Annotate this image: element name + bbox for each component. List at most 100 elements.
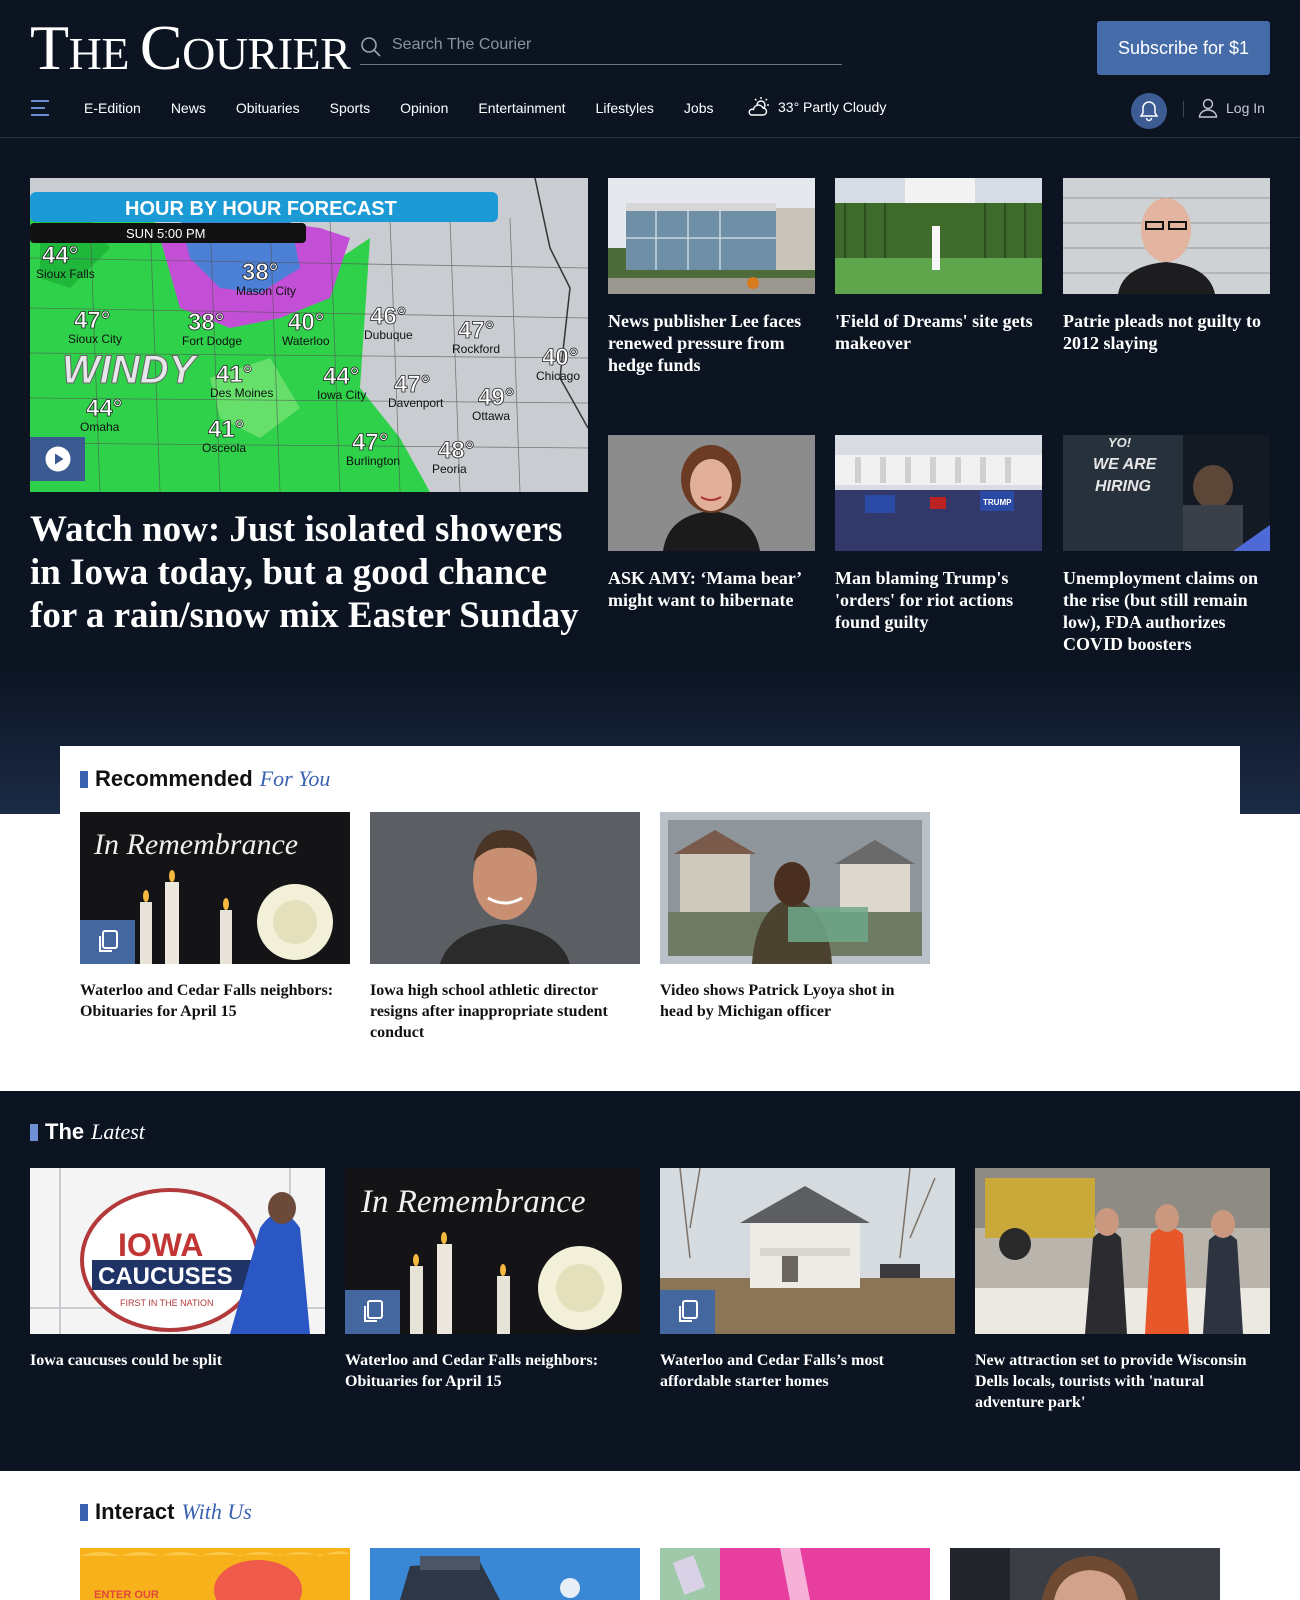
recommended-section: Recommended For You In Remembrance Water… (60, 746, 1240, 1091)
nav-item-e-edition[interactable]: E-Edition (84, 100, 141, 116)
nav-item-jobs[interactable]: Jobs (684, 100, 714, 116)
recommended-card[interactable]: Video shows Patrick Lyoya shot in head b… (660, 812, 930, 1022)
section-title: Recommended For You (80, 766, 330, 792)
nav-item-lifestyles[interactable]: Lifestyles (596, 100, 654, 116)
svg-text:In Remembrance: In Remembrance (360, 1184, 586, 1220)
card-headline: New attraction set to provide Wisconsin … (975, 1352, 1247, 1411)
map-temperature: 48° (438, 437, 474, 464)
svg-text:ENTER OUR: ENTER OUR (94, 1589, 159, 1600)
map-temperature: 38° (242, 259, 278, 286)
card-thumbnail: In Remembrance (345, 1168, 640, 1334)
latest-card[interactable]: New attraction set to provide Wisconsin … (975, 1168, 1270, 1413)
story-headline: ASK AMY: ‘Mama bear’ might want to hiber… (608, 568, 801, 610)
notifications-button[interactable] (1131, 93, 1167, 129)
card-headline: Waterloo and Cedar Falls neighbors: Obit… (345, 1352, 599, 1390)
card-headline: Waterloo and Cedar Falls neighbors: Obit… (80, 982, 334, 1020)
map-temperature: 47° (74, 307, 110, 334)
section-title-main: The (45, 1119, 85, 1144)
card-thumbnail (660, 812, 930, 964)
story-tile[interactable]: ASK AMY: ‘Mama bear’ might want to hiber… (608, 435, 815, 611)
map-city-label: Iowa City (317, 388, 366, 402)
interact-card[interactable] (370, 1548, 640, 1600)
nav-item-obituaries[interactable]: Obituaries (236, 100, 300, 116)
map-city-label: Osceola (202, 441, 246, 455)
card-thumbnail (660, 1168, 955, 1334)
map-city-label: Omaha (80, 420, 120, 434)
card-headline: Iowa high school athletic director resig… (370, 982, 608, 1041)
logo-text: OURIER (182, 28, 351, 79)
map-temperature: 46° (370, 303, 406, 330)
story-headline: News publisher Lee faces renewed pressur… (608, 311, 802, 375)
latest-card[interactable]: IOWA CAUCUSES FIRST IN THE NATION Iowa c… (30, 1168, 325, 1371)
story-tile[interactable]: TRUMP Man blaming Trump's 'orders' for r… (835, 435, 1042, 633)
section-title-sub: Latest (91, 1119, 145, 1144)
login-label: Log In (1226, 100, 1265, 116)
story-tile[interactable]: Patrie pleads not guilty to 2012 slaying (1063, 178, 1270, 354)
nav-item-news[interactable]: News (171, 100, 206, 116)
site-logo[interactable]: THE COURIER (30, 16, 351, 86)
card-thumbnail (370, 1548, 640, 1600)
latest-card[interactable]: Waterloo and Cedar Falls’s most affordab… (660, 1168, 955, 1392)
interact-section-title: Interact With Us (80, 1499, 252, 1525)
search-icon[interactable] (360, 36, 382, 58)
subscribe-button[interactable]: Subscribe for $1 (1097, 21, 1270, 75)
card-thumbnail (660, 1548, 930, 1600)
story-headline: Patrie pleads not guilty to 2012 slaying (1063, 311, 1261, 353)
card-thumbnail: ENTER OUR (80, 1548, 350, 1600)
card-thumbnail (370, 812, 640, 964)
map-city-label: Davenport (388, 396, 444, 410)
partly-cloudy-icon (748, 97, 769, 116)
svg-text:FIRST IN THE NATION: FIRST IN THE NATION (120, 1298, 214, 1308)
interact-card[interactable] (950, 1548, 1220, 1600)
card-thumbnail: In Remembrance (80, 812, 350, 964)
nav-item-sports[interactable]: Sports (330, 100, 370, 116)
logo-text: C (139, 12, 183, 83)
bell-icon (1139, 101, 1159, 122)
svg-text:YO!: YO! (1108, 435, 1132, 450)
section-title-sub: For You (259, 766, 331, 791)
svg-text:HOUR BY HOUR FORECAST: HOUR BY HOUR FORECAST (125, 198, 397, 220)
search-input[interactable] (392, 32, 832, 58)
recommended-card[interactable]: Iowa high school athletic director resig… (370, 812, 640, 1043)
story-tile[interactable]: 'Field of Dreams' site gets makeover (835, 178, 1042, 354)
menu-icon[interactable] (31, 100, 49, 116)
story-tile[interactable]: News publisher Lee faces renewed pressur… (608, 178, 815, 376)
map-temperature: 44° (323, 363, 359, 390)
section-title-main: Interact (95, 1499, 175, 1524)
story-thumbnail (608, 435, 815, 551)
nav-item-opinion[interactable]: Opinion (400, 100, 448, 116)
map-city-label: Peoria (432, 462, 467, 476)
story-headline: 'Field of Dreams' site gets makeover (835, 311, 1033, 353)
hero-headline[interactable]: Watch now: Just isolated showers in Iowa… (30, 508, 590, 637)
map-temperature: 47° (458, 317, 494, 344)
section-title-main: Recommended (95, 766, 253, 791)
card-thumbnail: IOWA CAUCUSES FIRST IN THE NATION (30, 1168, 325, 1334)
svg-text:SUN 5:00 PM: SUN 5:00 PM (126, 226, 205, 241)
play-button[interactable] (30, 437, 85, 481)
map-city-label: Mason City (236, 284, 296, 298)
interact-card[interactable]: ENTER OUR (80, 1548, 350, 1600)
login-link[interactable]: Log In (1198, 98, 1265, 118)
map-temperature: 40° (542, 344, 578, 371)
card-headline: Iowa caucuses could be split (30, 1352, 223, 1369)
hero-forecast-image[interactable]: HOUR BY HOUR FORECAST SUN 5:00 PM WINDY … (30, 178, 588, 492)
map-city-label: Dubuque (364, 328, 413, 342)
logo-text: T (30, 12, 69, 83)
svg-text:WE ARE: WE ARE (1093, 456, 1158, 473)
gallery-icon (80, 920, 135, 964)
user-icon (1198, 98, 1218, 118)
map-city-label: Ottawa (472, 409, 510, 423)
svg-text:TRUMP: TRUMP (983, 498, 1012, 507)
story-thumbnail: TRUMP (835, 435, 1042, 551)
story-tile[interactable]: YO! WE ARE HIRING Unemployment claims on… (1063, 435, 1270, 655)
map-temperature: 44° (86, 395, 122, 422)
card-headline: Video shows Patrick Lyoya shot in head b… (660, 982, 895, 1020)
map-city-label: Sioux Falls (36, 267, 95, 281)
search-bar (360, 28, 842, 65)
nav-item-entertainment[interactable]: Entertainment (478, 100, 565, 116)
weather-widget[interactable]: 33° Partly Cloudy (748, 96, 886, 118)
latest-card[interactable]: In Remembrance Waterloo and Cedar Falls … (345, 1168, 640, 1392)
svg-text:WINDY: WINDY (62, 348, 199, 392)
recommended-card[interactable]: In Remembrance Waterloo and Cedar Falls … (80, 812, 350, 1022)
interact-card[interactable] (660, 1548, 930, 1600)
